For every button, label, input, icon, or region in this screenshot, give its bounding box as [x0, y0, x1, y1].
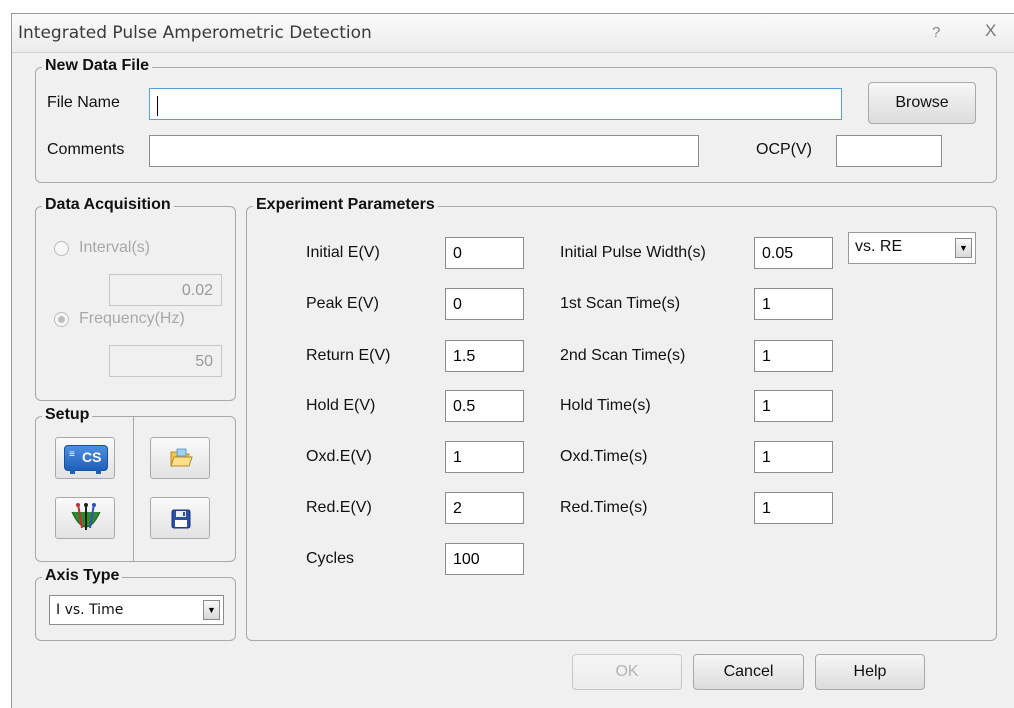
- open-file-button[interactable]: [150, 437, 210, 479]
- chevron-down-icon[interactable]: ▼: [955, 238, 972, 258]
- chevron-down-icon[interactable]: ▼: [203, 600, 220, 620]
- first-scan-time-label: 1st Scan Time(s): [560, 295, 681, 312]
- hold-time-input[interactable]: 1: [754, 390, 833, 422]
- new-data-file-legend: New Data File: [42, 57, 153, 75]
- interval-input[interactable]: 0.02: [109, 274, 222, 306]
- file-name-input[interactable]: [149, 88, 842, 120]
- cancel-button[interactable]: Cancel: [693, 654, 804, 690]
- help-button[interactable]: Help: [815, 654, 925, 690]
- title-bar: Integrated Pulse Amperometric Detection …: [12, 14, 1014, 53]
- second-scan-time-input[interactable]: 1: [754, 340, 833, 372]
- close-icon[interactable]: X: [985, 21, 996, 41]
- save-disk-icon: [171, 509, 191, 529]
- red-e-input[interactable]: 2: [445, 492, 524, 524]
- text-caret: [157, 96, 158, 116]
- cs-icon-lines: ≡: [69, 449, 75, 460]
- interval-radio[interactable]: [54, 241, 69, 256]
- peak-e-label: Peak E(V): [306, 295, 379, 312]
- setup-divider: [133, 416, 134, 562]
- ocp-input[interactable]: [836, 135, 942, 167]
- return-e-input[interactable]: 1.5: [445, 340, 524, 372]
- red-e-label: Red.E(V): [306, 499, 372, 516]
- data-acquisition-group: Data Acquisition Interval(s) 0.02 Freque…: [35, 196, 236, 401]
- cs-icon-foot: [70, 470, 75, 474]
- axis-type-value: I vs. Time: [56, 602, 124, 618]
- reference-select[interactable]: vs. RE ▼: [848, 232, 976, 264]
- setup-legend: Setup: [42, 406, 93, 424]
- initial-e-label: Initial E(V): [306, 244, 380, 261]
- new-data-file-group: New Data File File Name Browse Comments …: [35, 57, 997, 183]
- first-scan-time-input[interactable]: 1: [754, 288, 833, 320]
- initial-pulse-width-label: Initial Pulse Width(s): [560, 244, 706, 261]
- experiment-parameters-legend: Experiment Parameters: [253, 196, 438, 214]
- ocp-label: OCP(V): [756, 141, 812, 158]
- frequency-radio[interactable]: [54, 312, 69, 327]
- header-strip: [0, 0, 1014, 13]
- electrode-cell-icon: [71, 503, 101, 530]
- frequency-input[interactable]: 50: [109, 345, 222, 377]
- comments-label: Comments: [47, 141, 125, 158]
- frequency-label: Frequency(Hz): [79, 310, 185, 327]
- oxd-e-input[interactable]: 1: [445, 441, 524, 473]
- dialog-window: Integrated Pulse Amperometric Detection …: [11, 13, 1014, 708]
- save-file-button[interactable]: [150, 497, 210, 539]
- comments-input[interactable]: [149, 135, 699, 167]
- window-title: Integrated Pulse Amperometric Detection: [18, 23, 372, 43]
- browse-button[interactable]: Browse: [868, 82, 976, 124]
- setup-group: Setup ≡ CS: [35, 406, 236, 562]
- cs-instrument-button[interactable]: ≡ CS: [55, 437, 115, 479]
- axis-type-legend: Axis Type: [42, 567, 123, 585]
- ok-button[interactable]: OK: [572, 654, 682, 690]
- cycles-label: Cycles: [306, 550, 355, 567]
- reference-select-value: vs. RE: [855, 238, 903, 255]
- electrode-cell-button[interactable]: [55, 497, 115, 539]
- oxd-time-label: Oxd.Time(s): [560, 448, 648, 465]
- return-e-label: Return E(V): [306, 347, 391, 364]
- experiment-parameters-group: Experiment Parameters Initial E(V) 0 Pea…: [246, 196, 997, 641]
- initial-pulse-width-input[interactable]: 0.05: [754, 237, 833, 269]
- initial-e-input[interactable]: 0: [445, 237, 524, 269]
- interval-label: Interval(s): [79, 239, 151, 256]
- red-time-label: Red.Time(s): [560, 499, 648, 516]
- hold-e-label: Hold E(V): [306, 397, 376, 414]
- cs-instrument-icon: ≡ CS: [64, 445, 108, 474]
- data-acquisition-legend: Data Acquisition: [42, 196, 174, 214]
- cycles-input[interactable]: 100: [445, 543, 524, 575]
- hold-e-input[interactable]: 0.5: [445, 390, 524, 422]
- red-time-input[interactable]: 1: [754, 492, 833, 524]
- axis-type-group: Axis Type I vs. Time ▼: [35, 567, 236, 641]
- cs-icon-foot: [96, 470, 101, 474]
- open-folder-icon: [170, 448, 193, 467]
- peak-e-input[interactable]: 0: [445, 288, 524, 320]
- file-name-label: File Name: [47, 94, 120, 111]
- cs-icon-text: CS: [82, 449, 102, 465]
- hold-time-label: Hold Time(s): [560, 397, 651, 414]
- help-question-icon[interactable]: ?: [932, 24, 940, 41]
- oxd-e-label: Oxd.E(V): [306, 448, 372, 465]
- oxd-time-input[interactable]: 1: [754, 441, 833, 473]
- second-scan-time-label: 2nd Scan Time(s): [560, 347, 686, 364]
- axis-type-select[interactable]: I vs. Time ▼: [49, 595, 224, 625]
